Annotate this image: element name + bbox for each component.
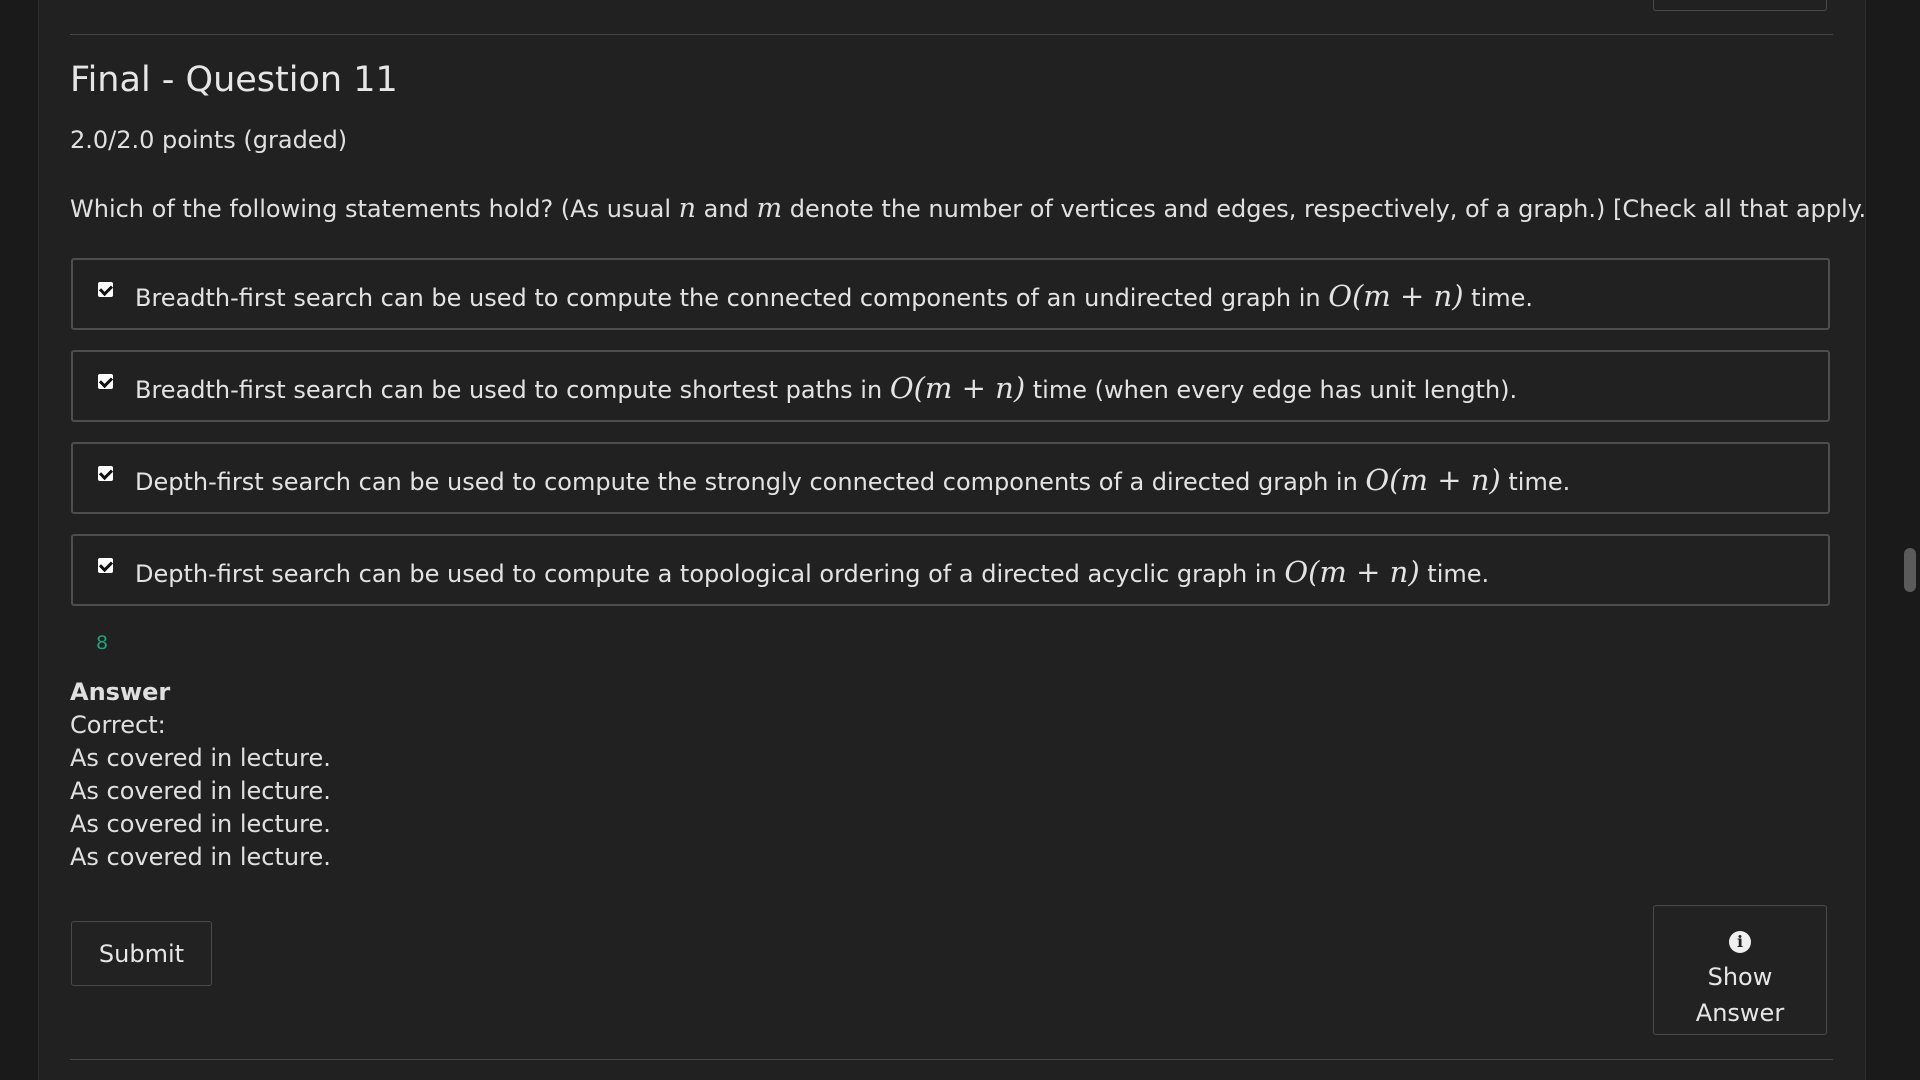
top-divider bbox=[70, 34, 1833, 35]
answer-heading: Answer bbox=[70, 678, 171, 706]
choice-option[interactable]: Breadth-first search can be used to comp… bbox=[71, 258, 1830, 330]
variable-m: m bbox=[756, 193, 783, 224]
bottom-divider bbox=[70, 1059, 1833, 1060]
question-prompt: Which of the following statements hold? … bbox=[70, 193, 1875, 224]
problem-title: Final - Question 11 bbox=[70, 60, 398, 100]
choice-text-end: time. bbox=[1419, 560, 1490, 588]
show-answer-label: Show Answer bbox=[1695, 962, 1785, 1027]
correct-label: Correct: bbox=[70, 711, 166, 739]
choice-text-end: time. bbox=[1500, 468, 1571, 496]
right-gutter bbox=[1866, 0, 1920, 1080]
scrollbar-thumb[interactable] bbox=[1904, 548, 1916, 592]
points-status: 2.0/2.0 points (graded) bbox=[70, 126, 348, 154]
complexity-math: O(m + n) bbox=[889, 371, 1026, 405]
checkbox-checked-icon[interactable] bbox=[98, 282, 113, 297]
choice-text-end: time. bbox=[1463, 284, 1534, 312]
checkbox-checked-icon[interactable] bbox=[98, 374, 113, 389]
page: Final - Question 11 2.0/2.0 points (grad… bbox=[0, 0, 1920, 1080]
previous-button-edge[interactable] bbox=[1653, 0, 1827, 11]
choice-label: Breadth-first search can be used to comp… bbox=[135, 371, 1517, 405]
complexity-math: O(m + n) bbox=[1328, 279, 1464, 313]
prompt-text-start: Which of the following statements hold? … bbox=[70, 195, 679, 223]
choice-label: Depth-first search can be used to comput… bbox=[135, 555, 1489, 589]
submit-button[interactable]: Submit bbox=[71, 921, 212, 986]
choice-text: Depth-first search can be used to comput… bbox=[135, 468, 1366, 496]
choice-label: Depth-first search can be used to comput… bbox=[135, 463, 1570, 497]
status-value: 8 bbox=[96, 632, 109, 654]
choice-option[interactable]: Depth-first search can be used to comput… bbox=[71, 534, 1830, 606]
choice-text: Depth-first search can be used to comput… bbox=[135, 560, 1285, 588]
complexity-math: O(m + n) bbox=[1365, 463, 1501, 497]
checkbox-checked-icon[interactable] bbox=[98, 466, 113, 481]
choice-text-end: time (when every edge has unit length). bbox=[1025, 376, 1518, 404]
choice-text: Breadth-first search can be used to comp… bbox=[135, 376, 890, 404]
answer-explanation: As covered in lecture. bbox=[70, 810, 331, 838]
choice-label: Breadth-first search can be used to comp… bbox=[135, 279, 1533, 313]
prompt-text-end: denote the number of vertices and edges,… bbox=[782, 195, 1876, 223]
info-icon: i bbox=[1729, 930, 1751, 953]
checkbox-checked-icon[interactable] bbox=[98, 558, 113, 573]
answer-explanation: As covered in lecture. bbox=[70, 777, 331, 805]
choice-option[interactable]: Depth-first search can be used to comput… bbox=[71, 442, 1830, 514]
answer-explanation: As covered in lecture. bbox=[70, 744, 331, 772]
left-gutter bbox=[0, 0, 39, 1080]
answer-explanation: As covered in lecture. bbox=[70, 843, 331, 871]
prompt-text-middle: and bbox=[696, 195, 757, 223]
complexity-math: O(m + n) bbox=[1284, 555, 1420, 589]
choice-option[interactable]: Breadth-first search can be used to comp… bbox=[71, 350, 1830, 422]
choice-text: Breadth-first search can be used to comp… bbox=[135, 284, 1329, 312]
answer-section: Answer Correct: As covered in lecture. A… bbox=[70, 676, 331, 874]
variable-n: n bbox=[678, 193, 697, 224]
show-answer-button[interactable]: i Show Answer bbox=[1653, 905, 1827, 1035]
